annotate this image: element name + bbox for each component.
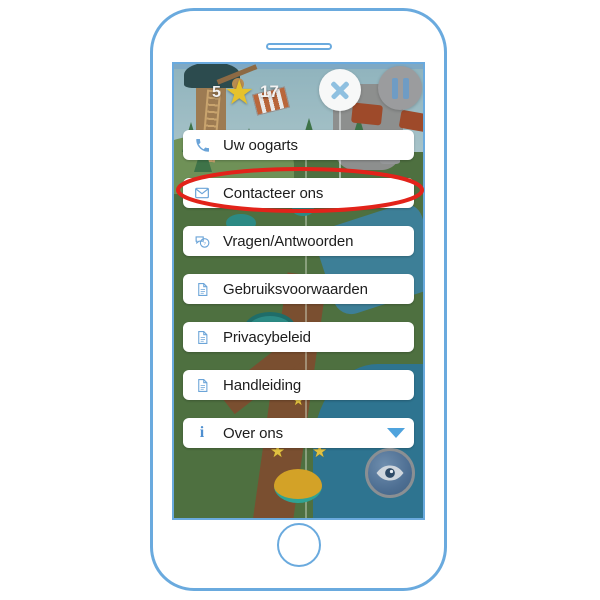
phone-speaker-grille (265, 43, 332, 50)
document-icon (192, 282, 212, 297)
menu-item-vragen-antwoorden[interactable]: ? Vragen/Antwoorden (183, 226, 414, 256)
menu-item-contacteer-ons[interactable]: Contacteer ons (183, 178, 414, 208)
pause-button[interactable] (378, 66, 422, 110)
document-icon (192, 378, 212, 393)
menu-item-label: Contacteer ons (223, 184, 324, 202)
menu-item-label: Privacybeleid (223, 328, 311, 346)
menu-item-label: Vragen/Antwoorden (223, 232, 354, 250)
menu-item-label: Handleiding (223, 376, 302, 394)
eye-button[interactable] (365, 448, 415, 498)
svg-text:?: ? (203, 240, 206, 246)
phone-screen: ★ ★ ★ ★ 5 17 Uw oogarts Contacteer ons ?… (172, 62, 425, 520)
envelope-icon (192, 185, 212, 201)
phone-home-button[interactable] (276, 523, 321, 567)
menu-item-handleiding[interactable]: Handleiding (183, 370, 414, 400)
gold-coin (274, 469, 322, 503)
menu-item-label: Over ons (223, 424, 284, 442)
menu-item-privacybeleid[interactable]: Privacybeleid (183, 322, 414, 352)
info-icon: i (199, 424, 205, 441)
hud-collectible-count: 17 (260, 82, 279, 101)
train-car (351, 102, 383, 126)
eye-icon (376, 465, 404, 481)
hud-star-icon: ★ (224, 74, 255, 112)
pause-icon-bar-right (402, 77, 409, 99)
close-icon (329, 79, 351, 101)
question-bubble-icon: ? (192, 233, 212, 250)
settings-menu-list: Uw oogarts Contacteer ons ? Vragen/Antwo… (183, 130, 414, 448)
pause-icon-bar-left (391, 77, 398, 99)
hud-score: 5 (212, 84, 221, 101)
phone-icon (192, 138, 212, 153)
menu-item-label: Gebruiksvoorwaarden (223, 280, 368, 298)
screenshot-root: ★ ★ ★ ★ 5 17 Uw oogarts Contacteer ons ?… (0, 0, 600, 600)
menu-item-gebruiksvoorwaarden[interactable]: Gebruiksvoorwaarden (183, 274, 414, 304)
menu-item-label: Uw oogarts (223, 136, 298, 154)
chevron-down-icon[interactable] (387, 428, 405, 438)
close-button[interactable] (319, 69, 361, 111)
document-icon (192, 330, 212, 345)
menu-item-uw-oogarts[interactable]: Uw oogarts (183, 130, 414, 160)
menu-item-over-ons[interactable]: i Over ons (183, 418, 414, 448)
